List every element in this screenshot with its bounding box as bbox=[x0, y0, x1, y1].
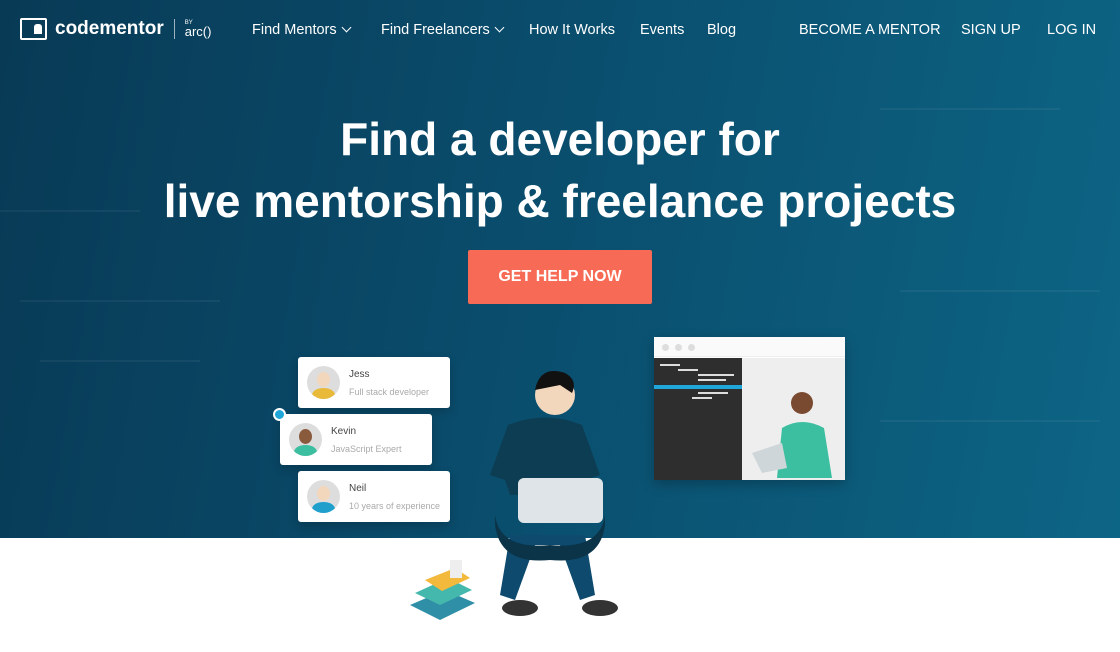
video-panel bbox=[742, 358, 845, 480]
logo-text: codementor bbox=[55, 18, 164, 39]
nav-how-it-works[interactable]: How It Works bbox=[529, 22, 615, 38]
nav-find-mentors[interactable]: Find Mentors bbox=[252, 22, 352, 38]
nav-sign-up[interactable]: SIGN UP bbox=[961, 22, 1021, 38]
avatar bbox=[307, 366, 340, 399]
developer-illustration bbox=[410, 371, 618, 620]
nav-label: Find Freelancers bbox=[381, 22, 490, 38]
hero-title: Find a developer for live mentorship & fr… bbox=[0, 108, 1120, 232]
logo-icon bbox=[20, 18, 47, 40]
chevron-down-icon bbox=[494, 22, 505, 33]
mentor-name: Kevin bbox=[331, 426, 357, 437]
nav-blog[interactable]: Blog bbox=[707, 22, 736, 38]
avatar bbox=[307, 480, 340, 513]
nav-label: Find Mentors bbox=[252, 22, 337, 38]
nav-become-mentor[interactable]: BECOME A MENTOR bbox=[799, 22, 941, 38]
nav-find-freelancers[interactable]: Find Freelancers bbox=[381, 22, 505, 38]
mentor-role: JavaScript Expert bbox=[331, 444, 402, 454]
video-call-window bbox=[654, 337, 845, 480]
code-editor-panel bbox=[654, 358, 742, 480]
get-help-now-button[interactable]: GET HELP NOW bbox=[468, 250, 652, 304]
window-titlebar bbox=[654, 337, 845, 357]
hero-title-line1: Find a developer for bbox=[340, 113, 780, 165]
nav-log-in[interactable]: LOG IN bbox=[1047, 22, 1096, 38]
nav-events[interactable]: Events bbox=[640, 22, 684, 38]
mentor-name: Neil bbox=[349, 483, 367, 494]
chevron-down-icon bbox=[341, 22, 352, 33]
mentor-name: Jess bbox=[349, 369, 370, 380]
check-icon bbox=[273, 408, 286, 421]
avatar bbox=[289, 423, 322, 456]
hero-title-line2: live mentorship & freelance projects bbox=[163, 175, 957, 227]
logo[interactable]: codementor BY arc() bbox=[20, 18, 211, 40]
logo-arc: arc() bbox=[184, 24, 212, 39]
logo-divider bbox=[173, 19, 175, 39]
top-nav: codementor BY arc() Find Mentors Find Fre… bbox=[0, 0, 1120, 62]
